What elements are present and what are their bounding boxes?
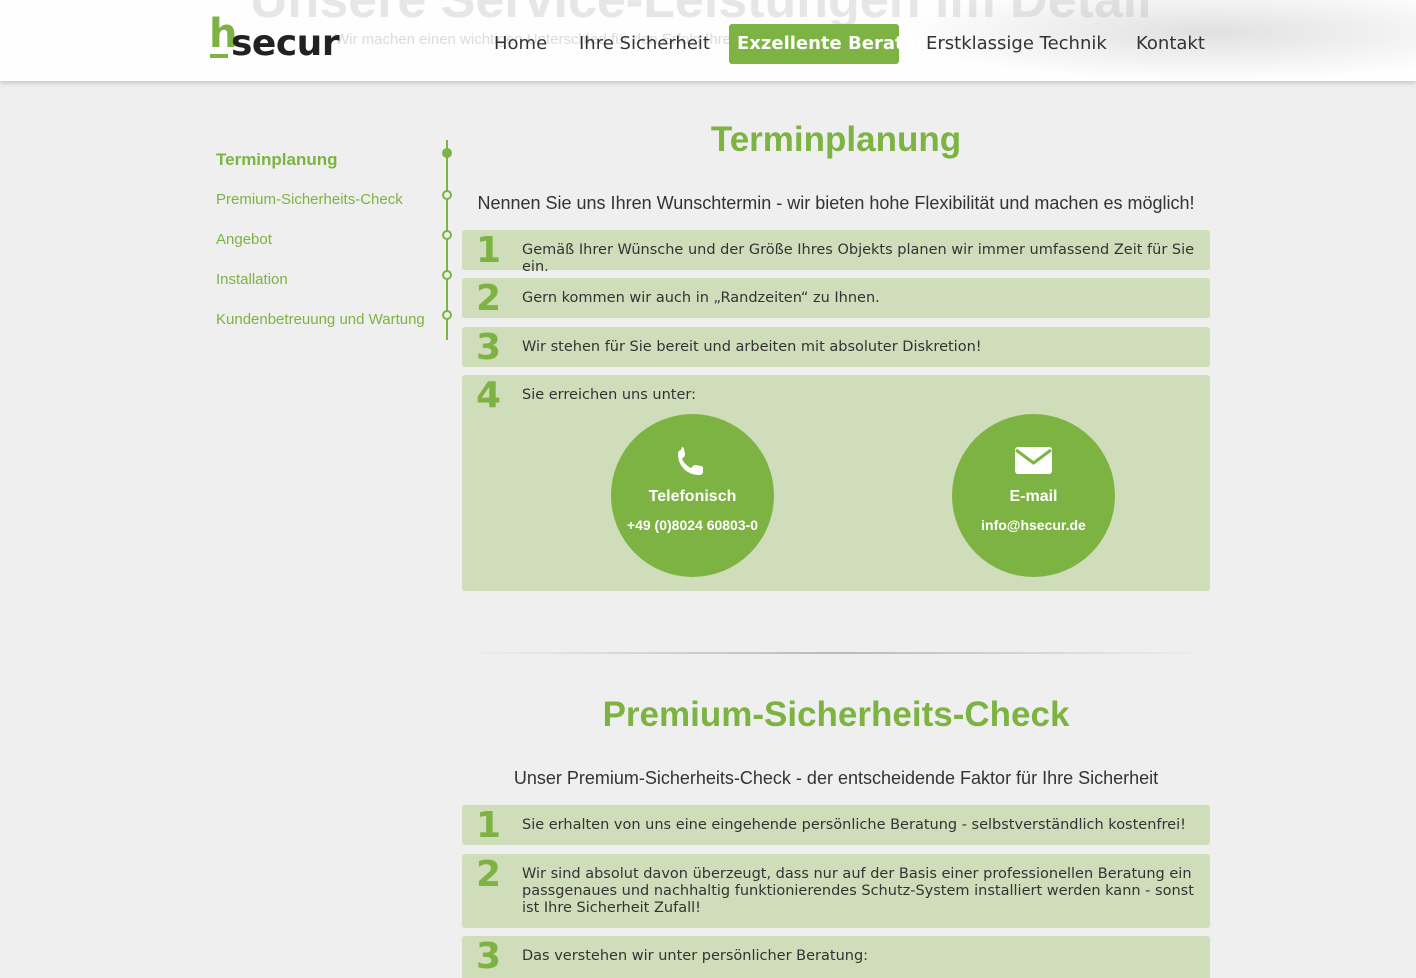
- logo-underline: [210, 54, 228, 58]
- nav-ihre-sicherheit[interactable]: Ihre Sicherheit: [571, 24, 718, 64]
- section-title-terminplanung: Terminplanung: [710, 120, 962, 159]
- phone-icon: [611, 442, 774, 478]
- envelope-icon: [952, 442, 1115, 478]
- site-logo[interactable]: h secur: [209, 14, 340, 62]
- section-lead-terminplanung: Nennen Sie uns Ihren Wunschtermin - wir …: [477, 193, 1195, 213]
- contact-phone-label: Telefonisch: [648, 488, 737, 505]
- step-number: 2: [476, 278, 502, 319]
- logo-wordmark: secur: [231, 23, 340, 64]
- sidebar-item-angebot[interactable]: Angebot: [216, 231, 272, 248]
- contact-phone-button[interactable]: Telefonisch +49 (0)8024 60803-0: [611, 414, 774, 577]
- step-box: 2 Wir sind absolut davon überzeugt, dass…: [462, 854, 1210, 928]
- section-sidebar: Terminplanung Premium-Sicherheits-Check …: [216, 140, 456, 340]
- sidebar-item-kundenbetreuung[interactable]: Kundenbetreuung und Wartung: [216, 311, 425, 328]
- step-text: Gern kommen wir auch in „Randzeiten“ zu …: [522, 290, 880, 306]
- step-number: 1: [476, 230, 502, 271]
- step-box: 3 Das verstehen wir unter persönlicher B…: [462, 936, 1210, 978]
- contact-phone-value: +49 (0)8024 60803-0: [626, 517, 759, 533]
- nav-erstklassige-technik[interactable]: Erstklassige Technik: [918, 24, 1115, 64]
- step-box: 3 Wir stehen für Sie bereit und arbeiten…: [462, 327, 1210, 367]
- step-number: 3: [476, 936, 502, 977]
- step-text: Gemäß Ihrer Wünsche und der Größe Ihres …: [522, 242, 1195, 275]
- sidebar-item-premium-check[interactable]: Premium-Sicherheits-Check: [216, 191, 403, 208]
- step-text: Sie erreichen uns unter:: [522, 387, 696, 403]
- step-text: Sie erhalten von uns eine eingehende per…: [522, 817, 1186, 833]
- section-title-premium-check: Premium-Sicherheits-Check: [602, 695, 1070, 734]
- sidebar-item-terminplanung[interactable]: Terminplanung: [216, 150, 338, 170]
- step-number: 4: [476, 375, 502, 416]
- step-box: 2 Gern kommen wir auch in „Randzeiten“ z…: [462, 278, 1210, 318]
- section-lead-premium-check: Unser Premium-Sicherheits-Check - der en…: [513, 768, 1159, 788]
- site-header: Unsere Service-Leistungen im Detail Wir …: [0, 0, 1416, 81]
- contact-email-label: E-mail: [1009, 488, 1058, 505]
- step-box: 1 Sie erhalten von uns eine eingehende p…: [462, 805, 1210, 845]
- step-text: Wir stehen für Sie bereit und arbeiten m…: [522, 339, 982, 355]
- section-divider: [462, 652, 1210, 654]
- sidebar-item-installation[interactable]: Installation: [216, 271, 288, 288]
- nav-exzellente-berater[interactable]: Exzellente Berater: [729, 24, 925, 64]
- nav-kontakt[interactable]: Kontakt: [1128, 24, 1213, 64]
- contact-email-button[interactable]: E-mail info@hsecur.de: [952, 414, 1115, 577]
- step-text: Das verstehen wir unter persönlicher Ber…: [522, 948, 869, 964]
- step-number: 3: [476, 327, 502, 368]
- nav-home[interactable]: Home: [486, 24, 555, 64]
- step-text: Wir sind absolut davon überzeugt, dass n…: [522, 866, 1194, 916]
- step-box-contact: 4 Sie erreichen uns unter: Telefonisch +…: [462, 375, 1210, 591]
- step-box: 1 Gemäß Ihrer Wünsche und der Größe Ihre…: [462, 230, 1210, 275]
- step-number: 2: [476, 854, 502, 895]
- step-number: 1: [476, 805, 502, 846]
- contact-email-value: info@hsecur.de: [981, 517, 1086, 533]
